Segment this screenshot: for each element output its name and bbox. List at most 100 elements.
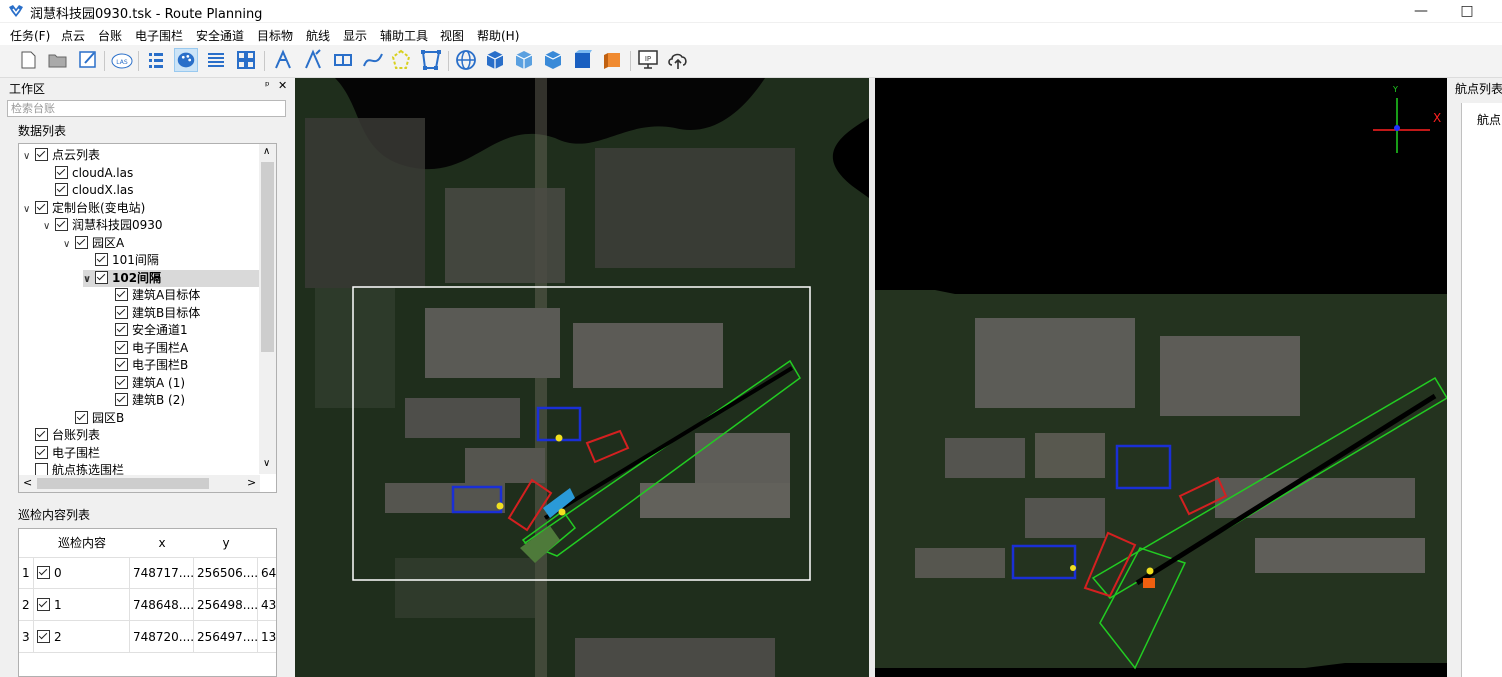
tree-checkbox[interactable] (55, 183, 68, 196)
polygon-select-icon[interactable] (419, 48, 443, 72)
tree-checkbox[interactable] (115, 288, 128, 301)
scroll-down-icon[interactable]: ∨ (263, 458, 270, 469)
tree-checkbox[interactable] (75, 235, 88, 249)
tree-checkbox[interactable] (35, 200, 48, 214)
row-index[interactable]: 3 (19, 621, 34, 653)
inspection-table[interactable]: 巡检内容 x y 1 0 748717.... 256506.... 64 2 1 74864… (18, 528, 277, 677)
scroll-left-icon[interactable]: < (23, 476, 32, 489)
tree-checkbox[interactable] (95, 253, 108, 266)
menu-pointcloud[interactable]: 点云 (61, 27, 85, 44)
cell-z[interactable]: 13 (258, 621, 276, 653)
layers-icon[interactable] (204, 48, 228, 72)
new-file-icon[interactable] (16, 48, 40, 72)
row-index[interactable]: 1 (19, 557, 34, 589)
cell-z[interactable]: 43 (258, 589, 276, 621)
minimize-button[interactable]: — (1398, 0, 1444, 22)
list-icon[interactable] (144, 48, 168, 72)
tree-item[interactable]: 台账列表 (23, 427, 100, 444)
tree-checkbox[interactable] (35, 148, 48, 161)
tree-checkbox[interactable] (35, 428, 48, 441)
close-icon[interactable]: ✕ (278, 79, 287, 92)
tree-item[interactable]: cloudX.las (43, 182, 133, 199)
cube-outline-icon[interactable] (512, 48, 536, 72)
menu-help[interactable]: 帮助(H) (477, 27, 519, 44)
right-3d-view[interactable]: X Y (875, 78, 1447, 677)
maximize-button[interactable]: □ (1444, 0, 1490, 22)
expander-icon[interactable]: ∨ (43, 218, 55, 235)
tree-checkbox[interactable] (75, 410, 88, 424)
expander-icon[interactable]: ∨ (23, 148, 35, 165)
column-header-content[interactable]: 巡检内容 (34, 529, 131, 558)
tree-item[interactable]: 建筑A目标体 (103, 287, 200, 304)
column-header-y[interactable]: y (194, 529, 259, 558)
scroll-up-icon[interactable]: ∧ (263, 146, 270, 157)
tree-item[interactable]: ∨ 102间隔 (83, 269, 259, 287)
cell-content[interactable]: 1 (34, 589, 130, 621)
tree-item[interactable]: 电子围栏 (23, 445, 100, 462)
tree-item[interactable]: 电子围栏B (103, 357, 188, 374)
cell-x[interactable]: 748648.... (130, 589, 194, 621)
tree-item[interactable]: ∨ 点云列表 (23, 147, 100, 164)
expander-icon[interactable]: ∨ (23, 201, 35, 218)
open-folder-icon[interactable] (46, 48, 70, 72)
menu-safety-channel[interactable]: 安全通道 (196, 27, 244, 44)
menu-ledger[interactable]: 台账 (98, 27, 122, 44)
tree-checkbox[interactable] (115, 340, 128, 354)
left-3d-view[interactable] (295, 78, 869, 677)
tree-item[interactable]: 建筑B目标体 (103, 305, 200, 322)
cell-content[interactable]: 2 (34, 621, 130, 653)
scroll-right-icon[interactable]: > (247, 476, 256, 489)
waypoint-list-area[interactable]: 航点 (1461, 103, 1502, 677)
route-add-icon[interactable] (271, 48, 295, 72)
column-header-x[interactable]: x (130, 529, 195, 558)
cell-x[interactable]: 748720.... (130, 621, 194, 653)
tree-checkbox[interactable] (55, 218, 68, 231)
tree-item[interactable]: 电子围栏A (103, 340, 188, 357)
menu-tools[interactable]: 辅助工具 (380, 27, 428, 44)
row-index[interactable]: 2 (19, 589, 34, 621)
tree-item[interactable]: 建筑B (2) (103, 392, 185, 409)
data-tree[interactable]: ∨ 点云列表 cloudA.las cloudX.las ∨ 定制台账(变电站) ∨ 润慧科技… (18, 143, 277, 493)
row-checkbox[interactable] (37, 598, 50, 611)
expander-icon[interactable]: ∨ (63, 236, 75, 253)
upload-icon[interactable] (666, 48, 690, 72)
cube-icon[interactable] (483, 48, 507, 72)
tree-checkbox[interactable] (115, 393, 128, 406)
tree-checkbox[interactable] (95, 270, 108, 284)
tree-checkbox[interactable] (55, 165, 68, 179)
tree-checkbox[interactable] (115, 323, 128, 336)
pin-icon[interactable]: ᵖ (265, 79, 270, 92)
menu-target[interactable]: 目标物 (257, 27, 293, 44)
cell-y[interactable]: 256506.... (194, 557, 258, 589)
menu-task[interactable]: 任务(F) (10, 27, 50, 44)
tree-item[interactable]: ∨ 定制台账(变电站) (23, 200, 145, 217)
menu-view[interactable]: 视图 (440, 27, 464, 44)
tab-waypoints[interactable]: 航点 (1477, 111, 1501, 128)
tree-checkbox[interactable] (115, 375, 128, 389)
row-checkbox[interactable] (37, 630, 50, 643)
menu-fence[interactable]: 电子围栏 (135, 27, 183, 44)
cell-y[interactable]: 256497.... (194, 621, 258, 653)
route-edit-icon[interactable] (301, 48, 325, 72)
box-icon[interactable] (331, 48, 355, 72)
globe-icon[interactable] (454, 48, 478, 72)
tree-item[interactable]: 101间隔 (83, 252, 159, 269)
polygon-icon[interactable] (389, 48, 413, 72)
tree-item[interactable]: cloudA.las (43, 165, 133, 182)
cell-y[interactable]: 256498.... (194, 589, 258, 621)
palette-icon[interactable] (174, 48, 198, 72)
tree-checkbox[interactable] (35, 445, 48, 459)
tree-vertical-scrollbar[interactable]: ∧ ∨ (259, 144, 276, 474)
tree-item[interactable]: ∨ 园区A (63, 235, 124, 252)
cell-z[interactable]: 64 (258, 557, 276, 589)
curve-icon[interactable] (361, 48, 385, 72)
menu-route[interactable]: 航线 (306, 27, 330, 44)
tree-scroll-thumb[interactable] (261, 162, 274, 352)
grid-icon[interactable] (234, 48, 258, 72)
menu-display[interactable]: 显示 (343, 27, 367, 44)
cube-front-icon[interactable] (541, 48, 565, 72)
edit-icon[interactable] (76, 48, 100, 72)
cell-x[interactable]: 748717.... (130, 557, 194, 589)
cell-content[interactable]: 0 (34, 557, 130, 589)
column-header-z[interactable] (258, 529, 276, 558)
